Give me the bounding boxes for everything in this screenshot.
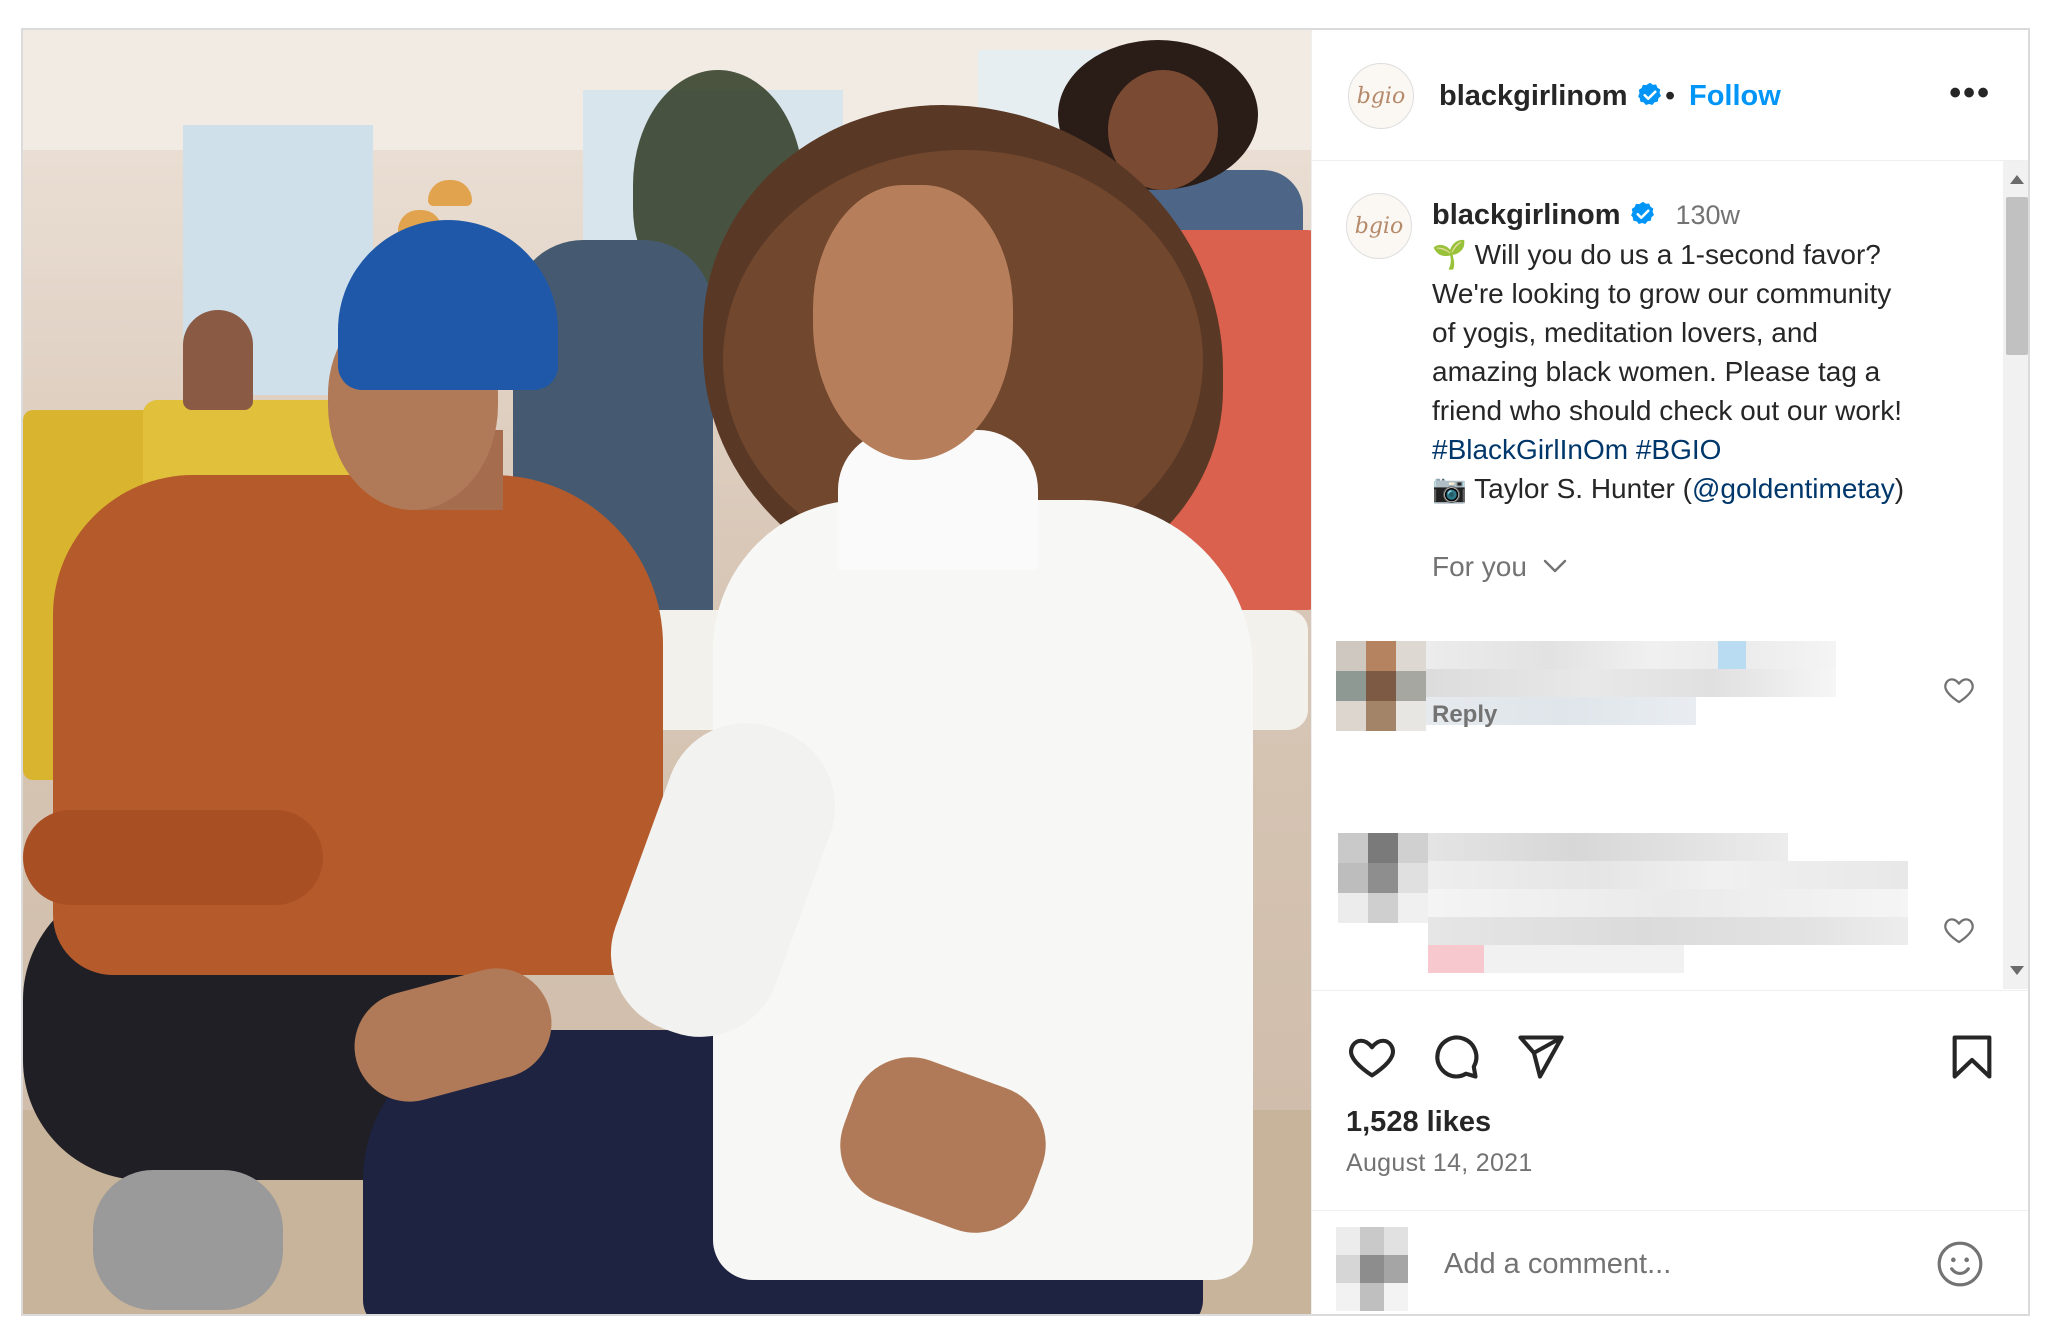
photo-woman-left-shoe — [93, 1170, 283, 1310]
instagram-post-card: bgio blackgirlinom • Follow ••• bgio bla… — [21, 28, 2030, 1316]
scrollbar-thumb[interactable] — [2006, 197, 2028, 355]
header-username[interactable]: blackgirlinom — [1439, 80, 1628, 112]
comments-filter-label: For you — [1432, 551, 1527, 582]
comments-scroll-area[interactable]: bgio blackgirlinom 130w 🌱 Will you do us… — [1312, 161, 2028, 989]
more-options-icon[interactable]: ••• — [1949, 74, 1991, 113]
caption-header: blackgirlinom 130w — [1432, 199, 1740, 232]
post-date[interactable]: August 14, 2021 — [1346, 1149, 1533, 1178]
comments-filter-dropdown[interactable]: For you — [1432, 551, 1567, 583]
header-username-group[interactable]: blackgirlinom — [1439, 80, 1664, 113]
comment-avatar-blurred[interactable] — [1336, 641, 1426, 731]
credit-handle-link[interactable]: @goldentimetay — [1692, 473, 1895, 504]
verified-badge-icon — [1631, 201, 1654, 225]
header-separator-dot: • — [1665, 80, 1676, 112]
heart-icon[interactable] — [1346, 1031, 1398, 1083]
comment-text-blurred — [1428, 833, 1908, 973]
add-comment-bar — [1312, 1210, 2028, 1314]
caption-avatar[interactable]: bgio — [1346, 193, 1412, 259]
comments-scrollbar[interactable] — [2003, 161, 2028, 989]
reply-button[interactable]: Reply — [1432, 701, 1497, 729]
scroll-down-arrow-icon[interactable] — [2010, 966, 2024, 975]
photo-woman-left-arm — [23, 810, 323, 905]
like-comment-heart-icon[interactable] — [1942, 913, 1976, 947]
photo-woman-center-face — [813, 185, 1013, 460]
post-photo[interactable] — [23, 30, 1311, 1314]
caption-line: 🌱 Will you do us a 1-second favor? — [1432, 239, 1881, 270]
caption-line: We're looking to grow our community — [1432, 278, 1892, 309]
chevron-down-icon — [1543, 559, 1566, 573]
caption-line: amazing black women. Please tag a — [1432, 356, 1881, 387]
add-comment-input[interactable] — [1442, 1241, 1906, 1287]
credit-prefix: 📷 Taylor S. Hunter ( — [1432, 473, 1692, 504]
photo-background-person — [183, 310, 253, 410]
share-icon[interactable] — [1514, 1031, 1566, 1083]
verified-badge-icon — [1638, 82, 1661, 106]
post-header: bgio blackgirlinom • Follow ••• — [1312, 30, 2028, 161]
comment-avatar-blurred[interactable] — [1338, 833, 1428, 923]
post-side-panel: bgio blackgirlinom • Follow ••• bgio bla… — [1311, 30, 2028, 1314]
post-actions-section: 1,528 likes August 14, 2021 — [1312, 990, 2028, 1211]
caption-line: of yogis, meditation lovers, and — [1432, 317, 1818, 348]
avatar-logo-text: bgio — [1354, 213, 1404, 239]
avatar-logo-text: bgio — [1356, 83, 1406, 109]
account-avatar[interactable]: bgio — [1348, 63, 1414, 129]
credit-suffix: ) — [1894, 473, 1905, 504]
current-user-avatar-blurred — [1336, 1227, 1408, 1311]
likes-count[interactable]: 1,528 likes — [1346, 1106, 1491, 1139]
caption-timestamp[interactable]: 130w — [1675, 200, 1740, 230]
smiley-icon[interactable] — [1935, 1239, 1985, 1289]
photo-lamp — [428, 180, 472, 206]
comment-icon[interactable] — [1430, 1031, 1482, 1083]
caption-photo-credit: 📷 Taylor S. Hunter (@goldentimetay) — [1432, 469, 1972, 508]
like-comment-heart-icon[interactable] — [1942, 673, 1976, 707]
caption-text: 🌱 Will you do us a 1-second favor? We're… — [1432, 235, 1972, 508]
scroll-up-arrow-icon[interactable] — [2010, 175, 2024, 184]
caption-line: friend who should check out our work! — [1432, 395, 1903, 426]
follow-button[interactable]: Follow — [1689, 80, 1781, 113]
bookmark-icon[interactable] — [1946, 1031, 1998, 1083]
caption-hashtags[interactable]: #BlackGirlInOm #BGIO — [1432, 430, 1972, 469]
caption-username[interactable]: blackgirlinom — [1432, 199, 1621, 231]
